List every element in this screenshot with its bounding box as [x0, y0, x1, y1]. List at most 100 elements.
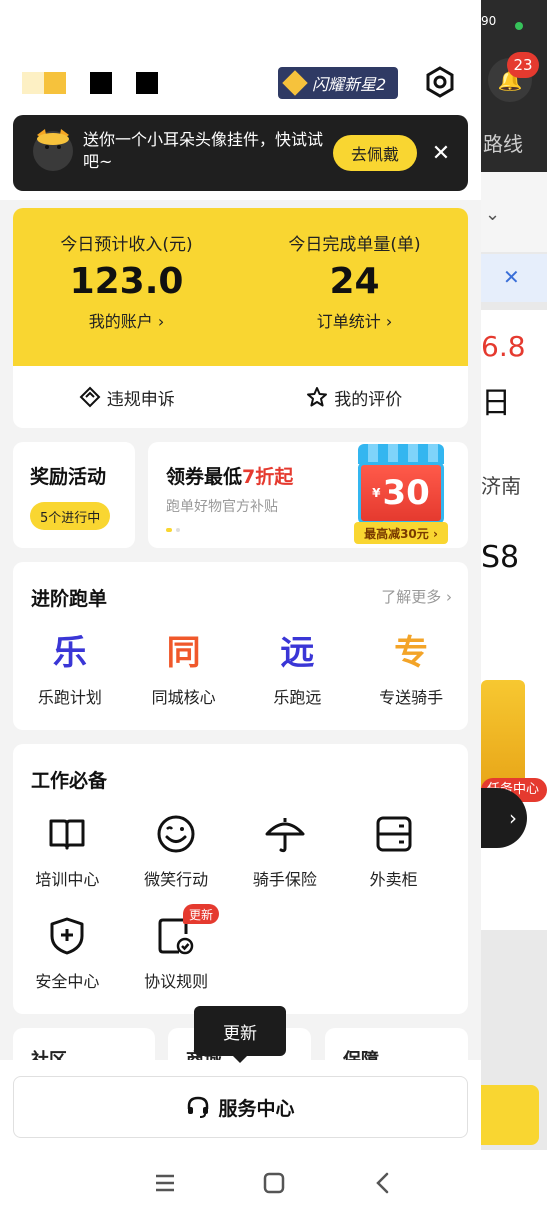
promo-banner: 送你一个小耳朵头像挂件，快试试吧~ 去佩戴 ✕ [13, 115, 468, 191]
rider-insurance-item[interactable]: 骑手保险 [231, 814, 340, 916]
recent-apps-button[interactable] [145, 1163, 185, 1203]
carousel-indicator [166, 528, 180, 532]
order-price: 6.8 [481, 330, 526, 363]
avatar[interactable] [22, 72, 158, 94]
coupon-max-discount: 最高减30元 › [354, 522, 448, 544]
battery-indicator: 90 [481, 14, 497, 28]
item-label: 外卖柜 [369, 870, 418, 889]
item-label: 骑手保险 [252, 870, 317, 889]
learn-more-link[interactable]: 了解更多 › [381, 586, 452, 607]
item-label: 协议规则 [144, 972, 209, 991]
chevron-down-icon[interactable]: ⌄ [485, 204, 500, 225]
appeal-icon [79, 386, 101, 408]
wear-button[interactable]: 去佩戴 [333, 135, 417, 171]
item-label: 安全中心 [35, 972, 100, 991]
coupon-banner[interactable]: 领券最低7折起 跑单好物官方补贴 ¥30 最高减30元 › [148, 442, 468, 548]
background-action-button[interactable] [481, 1085, 539, 1145]
coupon-title: 领券最低7折起 [166, 462, 293, 489]
menu-icon [155, 1174, 174, 1192]
smile-icon [157, 815, 195, 853]
food-locker-item[interactable]: 外卖柜 [339, 814, 448, 916]
star-icon [307, 387, 328, 407]
orders-value: 24 [329, 261, 380, 302]
training-center-item[interactable]: 培训中心 [13, 814, 122, 916]
promo-text: 送你一个小耳朵头像挂件，快试试吧~ [83, 130, 324, 171]
lepao-plan-item[interactable]: 乐 乐跑计划 [13, 632, 127, 708]
income-actions: 违规申诉 我的评价 [13, 366, 468, 428]
service-center-label: 服务中心 [218, 1097, 295, 1120]
diamond-icon [282, 70, 308, 96]
safety-center-item[interactable]: 安全中心 [13, 916, 122, 1018]
item-label: 培训中心 [35, 870, 100, 889]
carousel-dot [176, 528, 180, 532]
update-badge: 更新 [183, 904, 220, 924]
item-label: 同城核心 [151, 688, 216, 707]
avatar-pixel [44, 72, 66, 94]
order-stats-link[interactable]: 订单统计 › [241, 308, 468, 332]
advanced-items: 乐 乐跑计划 同 同城核心 远 乐跑远 专 专送骑手 [13, 632, 468, 708]
home-button[interactable] [254, 1163, 294, 1203]
my-account-link[interactable]: 我的账户 › [13, 308, 240, 332]
section-title: 进阶跑单 [31, 588, 108, 610]
system-nav-bar [0, 1150, 547, 1216]
update-tooltip: 更新 [194, 1006, 286, 1056]
back-button[interactable] [363, 1163, 403, 1203]
reward-activities-card[interactable]: 奖励活动 5个进行中 [13, 442, 135, 548]
section-title: 工作必备 [31, 770, 108, 792]
close-icon[interactable]: ✕ [427, 139, 455, 167]
gear-icon [426, 66, 454, 98]
city-core-icon: 同 [166, 633, 201, 673]
order-city: 济南 [481, 474, 521, 498]
income-stat[interactable]: 今日预计收入(元) 123.0 我的账户 › [13, 230, 240, 332]
item-label: 乐跑远 [273, 688, 322, 707]
my-rating-label: 我的评价 [334, 389, 403, 410]
shop-awning [358, 444, 444, 464]
coupon-shop-illustration: ¥30 最高减30元 › [352, 444, 452, 548]
close-icon[interactable]: ✕ [503, 265, 520, 289]
headset-icon [188, 1096, 209, 1118]
work-grid: 培训中心 微笑行动 骑手保险 外卖柜 安全中心 协议规则 [13, 814, 468, 1018]
dedicated-rider-icon: 专 [394, 633, 429, 673]
tooltip-arrow [232, 1055, 248, 1063]
lepao-plan-icon: 乐 [52, 633, 87, 673]
back-icon [375, 1172, 388, 1194]
smile-action-item[interactable]: 微笑行动 [122, 814, 231, 916]
username-mask [90, 72, 112, 94]
service-footer: 服务中心 [0, 1060, 481, 1150]
umbrella-icon [265, 818, 305, 853]
coupon-title-highlight: 7折起 [242, 466, 294, 488]
income-value: 123.0 [69, 261, 184, 302]
agreement-rules-item[interactable]: 协议规则 [122, 916, 231, 1018]
my-rating-button[interactable]: 我的评价 [241, 366, 469, 428]
work-essentials-card: 工作必备 培训中心 微笑行动 骑手保险 外卖柜 安全中心 协议规则 更新 [13, 744, 468, 1014]
dedicated-rider-item[interactable]: 专 专送骑手 [354, 632, 468, 708]
shield-icon [50, 917, 84, 955]
level-badge[interactable]: 闪耀新星2 [278, 67, 398, 99]
side-drawer: 闪耀新星2 送你一个小耳朵头像挂件，快试试吧~ 去佩戴 ✕ 今日预计收入(元) … [0, 0, 481, 1150]
ear-avatar-icon [33, 129, 73, 171]
orders-stat[interactable]: 今日完成单量(单) 24 订单统计 › [241, 230, 468, 332]
lepao-far-item[interactable]: 远 乐跑远 [241, 632, 355, 708]
level-badge-label: 闪耀新星2 [312, 75, 387, 94]
book-icon [49, 819, 85, 850]
settings-button[interactable] [422, 64, 458, 100]
appeal-button[interactable]: 违规申诉 [13, 366, 241, 428]
city-core-item[interactable]: 同 同城核心 [127, 632, 241, 708]
advanced-orders-card: 进阶跑单 了解更多 › 乐 乐跑计划 同 同城核心 远 乐跑远 专 专送骑手 [13, 562, 468, 730]
lepao-far-icon: 远 [280, 633, 315, 673]
coupon-currency: ¥ [372, 486, 381, 500]
reward-status-pill: 5个进行中 [30, 502, 111, 530]
background-page-visible-strip: 90 🔔 23 路线 ⌄ ✕ 6.8 日 济南 S8 任务中心 › [481, 0, 547, 1150]
item-label: 乐跑计划 [37, 688, 102, 707]
carousel-dot-active [166, 528, 172, 532]
route-label[interactable]: 路线 [483, 128, 523, 157]
coupon-amount: 30 [382, 473, 430, 513]
notification-badge: 23 [507, 52, 539, 78]
income-card: 今日预计收入(元) 123.0 我的账户 › 今日完成单量(单) 24 订单统计… [13, 208, 468, 428]
item-label: 专送骑手 [379, 688, 444, 707]
item-label: 微笑行动 [144, 870, 209, 889]
home-square-icon [263, 1172, 284, 1194]
service-center-button[interactable]: 服务中心 [13, 1076, 468, 1138]
income-summary: 今日预计收入(元) 123.0 我的账户 › 今日完成单量(单) 24 订单统计… [13, 208, 468, 366]
reward-title: 奖励活动 [30, 466, 107, 488]
